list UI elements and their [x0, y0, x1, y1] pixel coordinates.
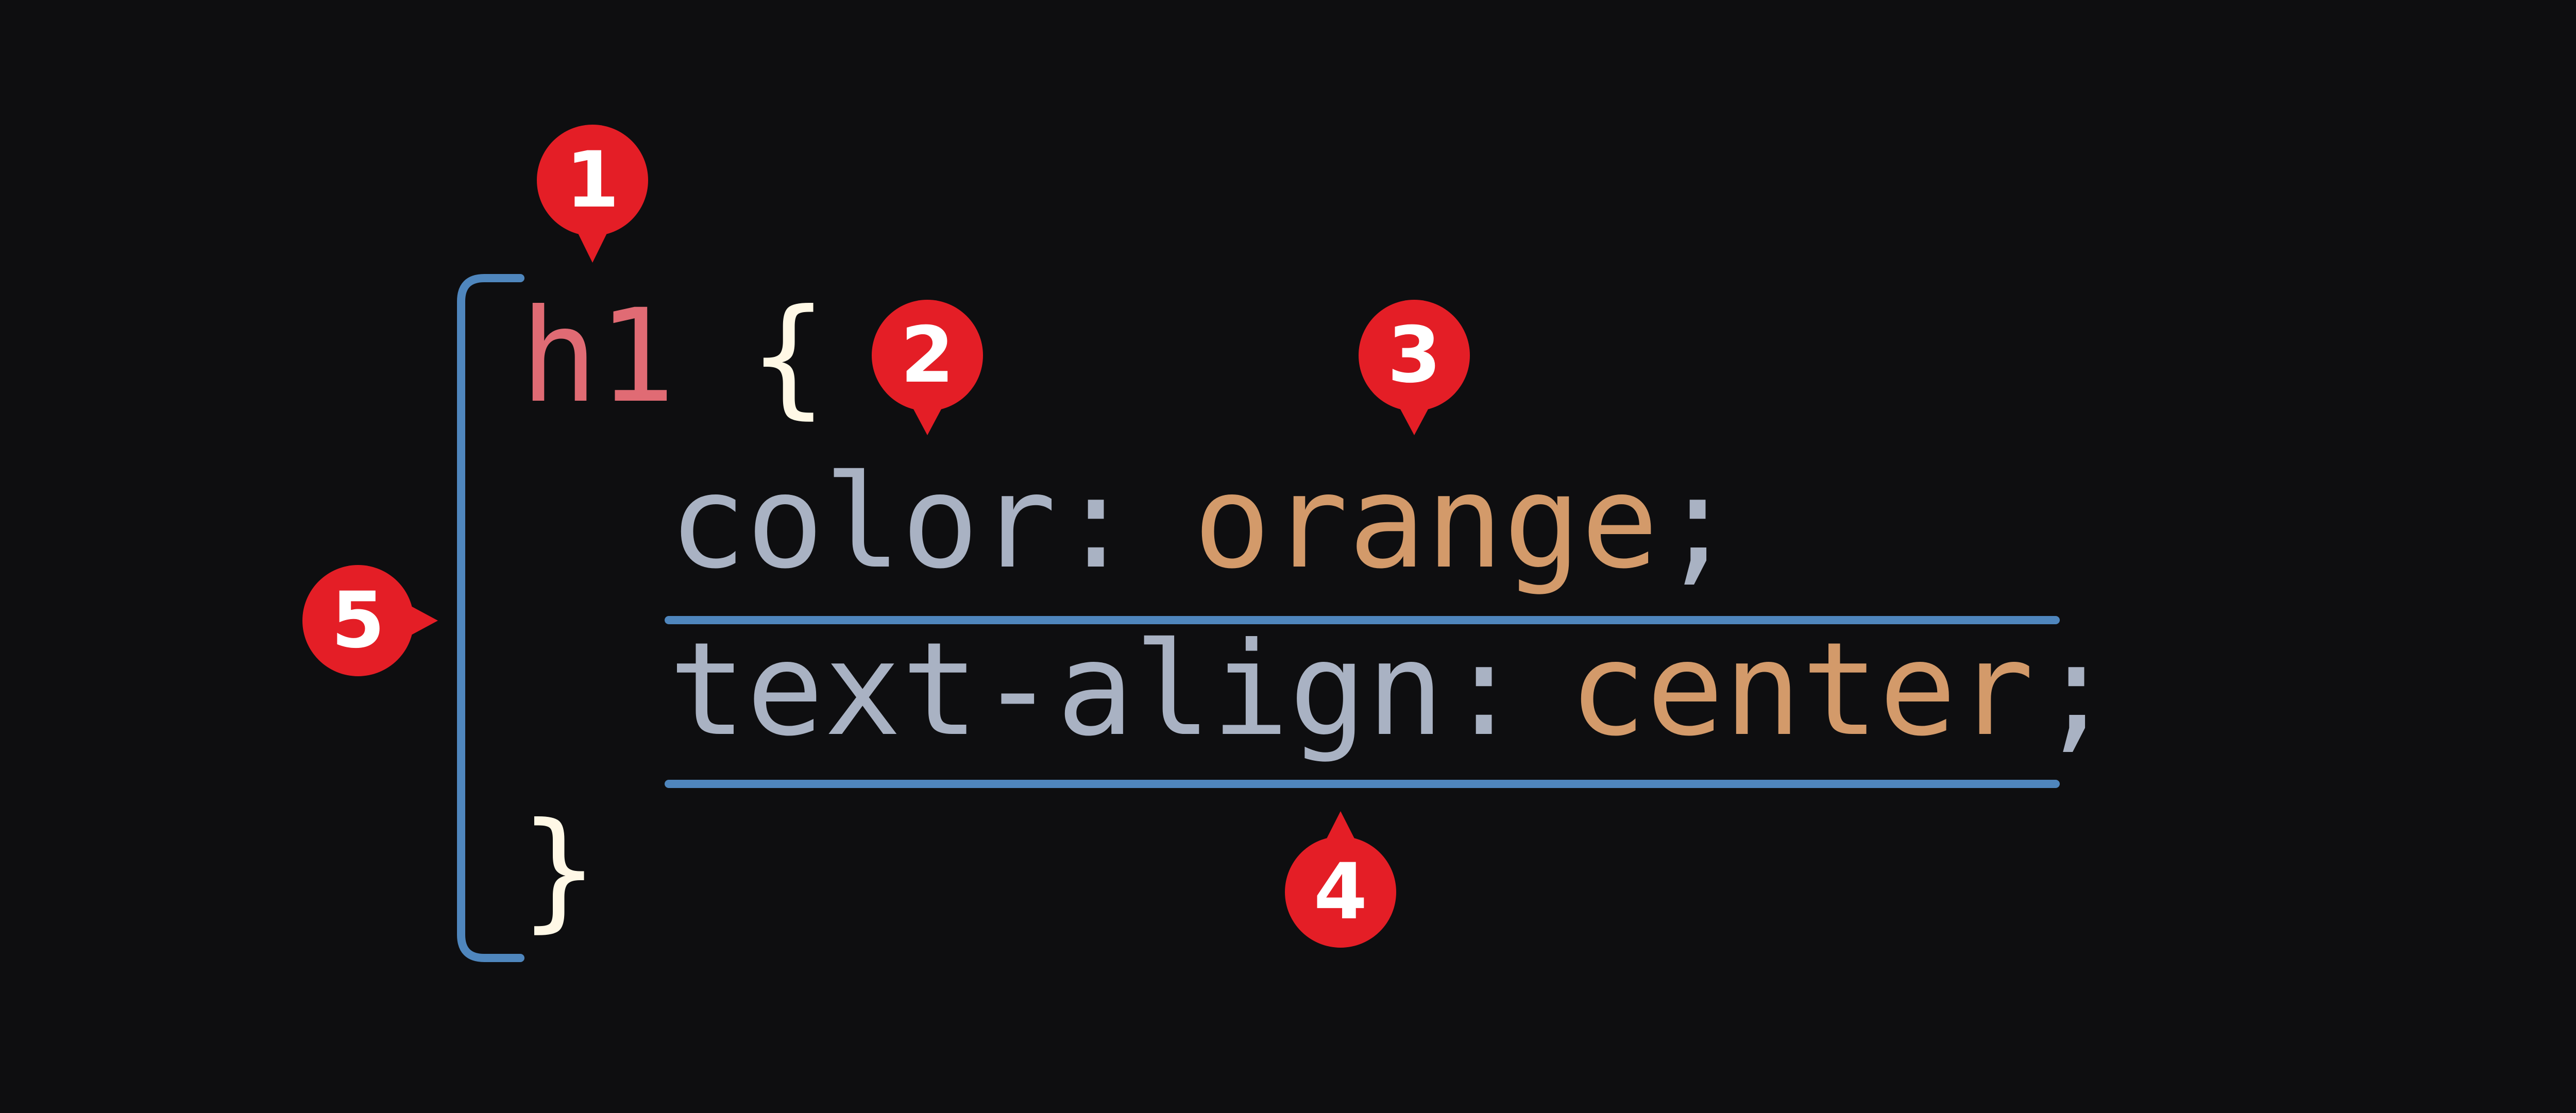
- value-text-center: center: [1569, 614, 2034, 764]
- open-brace: {: [750, 281, 827, 431]
- property-text-color: color: [669, 447, 1057, 597]
- semicolon-text-align: ;: [2038, 614, 2115, 764]
- selector-text: h1: [520, 281, 675, 431]
- svg-text:5: 5: [331, 576, 385, 665]
- svg-text:4: 4: [1314, 847, 1367, 937]
- semicolon-color: ;: [1659, 447, 1737, 597]
- colon-text-align: :: [1445, 614, 1523, 764]
- css-rule-diagram: h1 { color : orange ; text-align : cente…: [0, 0, 2576, 1113]
- value-text-orange: orange: [1193, 447, 1658, 597]
- svg-text:1: 1: [566, 135, 619, 225]
- svg-text:3: 3: [1387, 311, 1441, 400]
- close-brace: }: [520, 795, 598, 945]
- property-text-align: text-align: [669, 614, 1444, 764]
- svg-text:2: 2: [901, 311, 954, 400]
- colon-color: :: [1057, 447, 1135, 597]
